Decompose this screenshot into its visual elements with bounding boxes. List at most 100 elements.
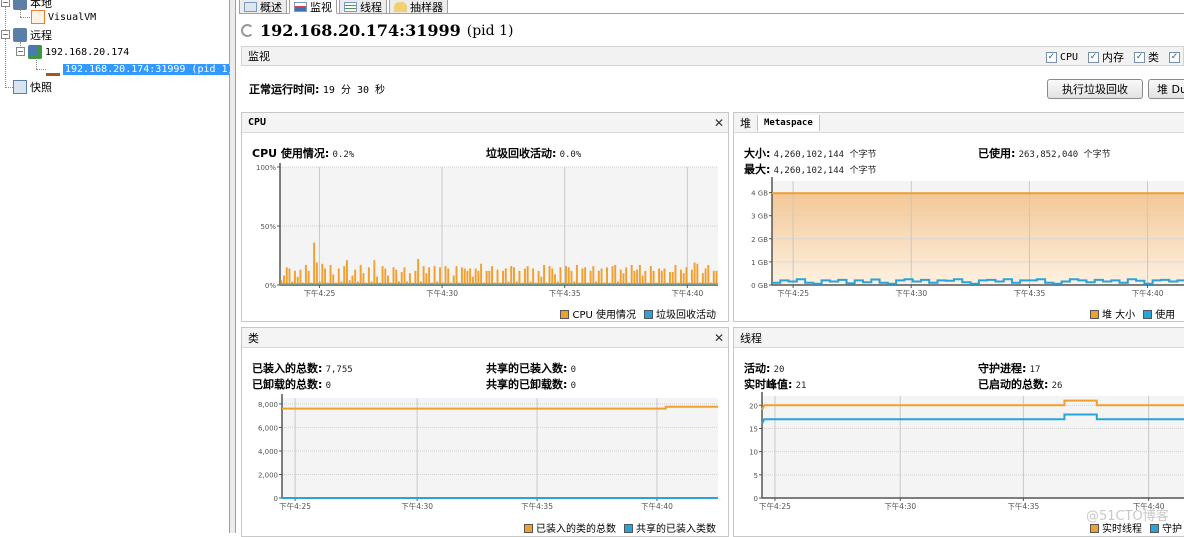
y-tick-label: 3 GB (751, 213, 768, 221)
cpu-bar (466, 270, 469, 285)
cpu-bar (346, 260, 348, 285)
plot-area (762, 396, 1184, 498)
cpu-bar (518, 270, 521, 285)
splitter[interactable] (230, 0, 236, 533)
collapse-local[interactable]: − (1, 0, 10, 7)
cpu-bar (332, 274, 335, 285)
collapse-host[interactable]: − (16, 47, 25, 56)
cpu-bar (381, 266, 384, 285)
cpu-bar (715, 270, 718, 285)
cpu-bar (611, 266, 614, 285)
tab-metaspace[interactable]: Metaspace (758, 114, 820, 131)
cpu-bar (504, 268, 507, 285)
cpu-bar (712, 270, 715, 285)
x-tick-label: 下午4:35 (1013, 288, 1045, 298)
monitor-section-header: 监视 ✓ CPU ✓ 内存 ✓ 类 ✓ (241, 46, 1184, 66)
cpu-bar (439, 267, 442, 285)
cpu-bar (288, 268, 291, 285)
cpu-bar (469, 268, 472, 285)
cpu-bar (496, 269, 499, 285)
x-tick-label: 下午4:30 (401, 501, 433, 511)
cpu-bar (619, 269, 622, 285)
checkbox-classes[interactable]: ✓ 类 (1134, 49, 1159, 65)
perform-gc-button[interactable]: 执行垃圾回收 (1047, 79, 1143, 99)
cpu-bar (485, 270, 488, 285)
cpu-bar (502, 270, 504, 285)
cpu-bar (701, 273, 704, 285)
checkbox-memory[interactable]: ✓ 内存 (1088, 49, 1124, 65)
heap-dump-button[interactable]: 堆 Du (1148, 79, 1184, 99)
tab-monitor[interactable]: 监视 (289, 0, 337, 14)
cpu-bar (392, 267, 395, 285)
cpu-bar (362, 273, 365, 285)
y-tick-label: 0 GB (751, 282, 768, 290)
plot-area (282, 398, 718, 498)
y-tick-label: 8,000 (258, 401, 278, 409)
close-icon[interactable]: ✕ (714, 331, 724, 345)
heap-panel: 堆 Metaspace 大小: 4,260,102,144 个字节 最大: 4,… (733, 112, 1184, 322)
cpu-bar (414, 270, 417, 285)
cpu-bar (510, 266, 513, 285)
tree-item-visualvm[interactable]: VisualVM (31, 9, 96, 25)
cpu-bar (682, 273, 685, 285)
cpu-bar (299, 269, 302, 285)
cpu-bar (565, 266, 567, 285)
tab-bar: 概述 监视 线程 抽样器 (239, 0, 1184, 14)
y-tick-label: 10 (749, 449, 758, 457)
cpu-bar (433, 266, 436, 285)
tab-heap[interactable]: 堆 (734, 114, 758, 131)
cpu-bar (606, 267, 608, 285)
cpu-bar (455, 266, 458, 285)
cpu-bar (512, 267, 515, 285)
legend-cpu-usage: CPU 使用情况 (560, 306, 636, 321)
classes-panel: 类 ✕ 已装入的总数: 7,755 已卸载的总数: 0 共享的已装入数: 0 共享… (241, 327, 729, 537)
cpu-bar (704, 268, 707, 285)
classes-chart: 0 2,000 4,000 6,000 8,000 下午4:25 下午4:30 下午4:35 下… (258, 394, 718, 511)
cpu-bar (633, 270, 636, 285)
cpu-bar (584, 267, 587, 285)
cpu-bar (460, 267, 463, 285)
close-icon[interactable]: ✕ (714, 116, 724, 130)
tree-item-process[interactable]: 192.168.20.174:31999 (pid 1) (46, 61, 236, 77)
x-tick-label: 下午4:25 (303, 288, 335, 298)
tab-threads[interactable]: 线程 (339, 0, 387, 14)
tree-item-host[interactable]: 192.168.20.174 (28, 44, 129, 60)
cpu-bar (293, 270, 296, 285)
cpu-bar (690, 269, 693, 285)
tab-sampler[interactable]: 抽样器 (389, 0, 448, 14)
cpu-bar (570, 270, 573, 285)
checkbox-threads[interactable]: ✓ (1169, 49, 1183, 65)
collapse-remote[interactable]: − (1, 30, 10, 39)
cpu-bar (597, 270, 600, 285)
y-tick-label: 0 (754, 495, 758, 503)
tree-item-remote[interactable]: 远程 (13, 27, 52, 43)
overview-icon (244, 1, 257, 12)
cpu-bar (537, 270, 540, 285)
cpu-bar (622, 273, 625, 285)
y-tick-label: 6,000 (258, 424, 278, 432)
checkbox-cpu[interactable]: ✓ CPU (1045, 49, 1078, 65)
monitor-view: 概述 监视 线程 抽样器 192.168.20.174:31999 (pid 1… (237, 0, 1184, 537)
tab-overview[interactable]: 概述 (239, 0, 287, 14)
cpu-bar (403, 267, 406, 285)
tree-item-snapshots[interactable]: 快照 (13, 79, 52, 95)
cpu-bar (644, 270, 647, 285)
cpu-bar (354, 269, 357, 285)
visualvm-icon (31, 10, 45, 24)
cpu-bar (660, 270, 663, 285)
applications-tree: − 本地 VisualVM − 远程 − 192.168.20.174 192.… (0, 0, 236, 533)
cpu-chart: 0% 50% 100% 下午4:25 下午4:30 下午4:35 下午4:40 (256, 163, 718, 298)
cpu-bar (658, 268, 661, 285)
sampler-icon (394, 1, 407, 12)
cpu-bar (491, 266, 494, 285)
cpu-bar (488, 270, 491, 285)
cpu-bar (652, 270, 655, 285)
watermark: @51CTO博客 (1086, 509, 1169, 524)
cpu-bar (543, 264, 546, 285)
cpu-bar (679, 269, 682, 285)
cpu-bar (321, 263, 324, 285)
cpu-bar (477, 270, 480, 285)
cpu-bar (630, 264, 633, 285)
cpu-bar (444, 266, 447, 285)
cpu-bar (425, 273, 428, 285)
